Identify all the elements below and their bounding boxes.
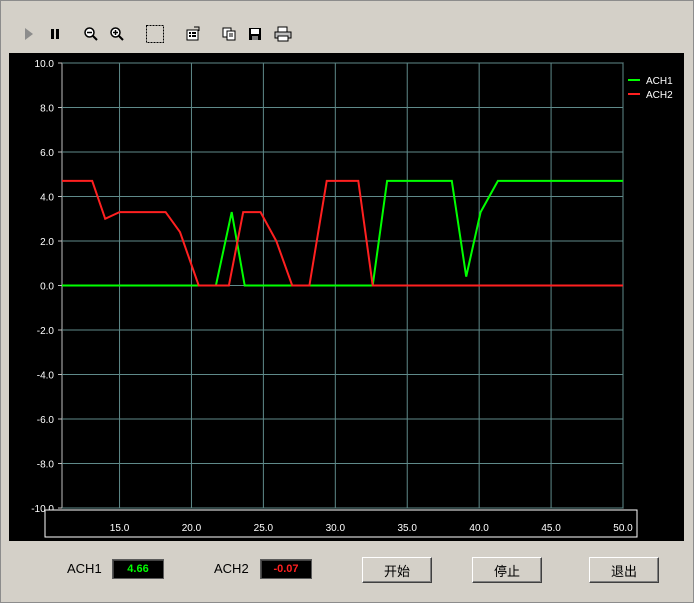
properties-icon — [186, 26, 200, 41]
start-button[interactable]: 开始 — [362, 557, 432, 583]
y-tick-label: 2.0 — [40, 237, 54, 248]
stop-button[interactable]: 停止 — [472, 557, 542, 583]
copy-button[interactable] — [217, 21, 241, 47]
ach2-value: -0.07 — [260, 559, 312, 579]
x-tick-label: 25.0 — [254, 523, 274, 534]
zoom-in-button[interactable] — [105, 21, 129, 47]
pause-button[interactable] — [43, 21, 67, 47]
copy-icon — [222, 27, 236, 41]
y-tick-label: -8.0 — [37, 460, 55, 471]
x-tick-label: 15.0 — [110, 523, 130, 534]
ach2-label: ACH2 — [214, 561, 249, 576]
y-tick-label: -6.0 — [37, 415, 55, 426]
y-tick-label: 8.0 — [40, 104, 54, 115]
ach1-value: 4.66 — [112, 559, 164, 579]
x-tick-label: 40.0 — [469, 523, 489, 534]
x-tick-label: 30.0 — [326, 523, 346, 534]
y-tick-label: 4.0 — [40, 193, 54, 204]
x-tick-label: 35.0 — [397, 523, 417, 534]
y-tick-label: 10.0 — [35, 59, 55, 70]
pause-icon — [51, 29, 59, 39]
x-tick-label: 50.0 — [613, 523, 633, 534]
properties-button[interactable] — [181, 21, 205, 47]
y-tick-label: -4.0 — [37, 371, 55, 382]
legend-label-ach1: ACH1 — [646, 76, 673, 87]
save-icon — [249, 28, 261, 40]
ach1-label: ACH1 — [67, 561, 102, 576]
line-chart[interactable]: 10.08.06.04.02.00.0-2.0-4.0-6.0-8.0-10.0… — [9, 53, 684, 541]
select-region-button[interactable] — [143, 21, 167, 47]
y-tick-label: 6.0 — [40, 148, 54, 159]
play-button[interactable] — [17, 21, 41, 47]
exit-button[interactable]: 退出 — [589, 557, 659, 583]
zoom-out-icon — [84, 27, 98, 41]
play-icon — [25, 28, 33, 40]
y-tick-label: -2.0 — [37, 326, 55, 337]
toolbar — [11, 21, 311, 49]
zoom-out-button[interactable] — [79, 21, 103, 47]
print-button[interactable] — [271, 21, 295, 47]
x-tick-label: 45.0 — [541, 523, 561, 534]
legend-label-ach2: ACH2 — [646, 90, 673, 101]
select-region-icon — [146, 25, 164, 43]
zoom-in-icon — [110, 27, 124, 41]
plot-area[interactable]: 10.0 8.0 6.0 4.0 2.0 0.0 -2.0 -4.0 -6.0 -8.0 -10.0… — [9, 53, 684, 541]
y-tick-label: 0.0 — [40, 282, 54, 293]
x-tick-label: 20.0 — [182, 523, 202, 534]
oscilloscope-window: 10.0 8.0 6.0 4.0 2.0 0.0 -2.0 -4.0 -6.0 -8.0 -10.0… — [0, 0, 694, 603]
print-icon — [274, 26, 292, 42]
save-button[interactable] — [243, 21, 267, 47]
